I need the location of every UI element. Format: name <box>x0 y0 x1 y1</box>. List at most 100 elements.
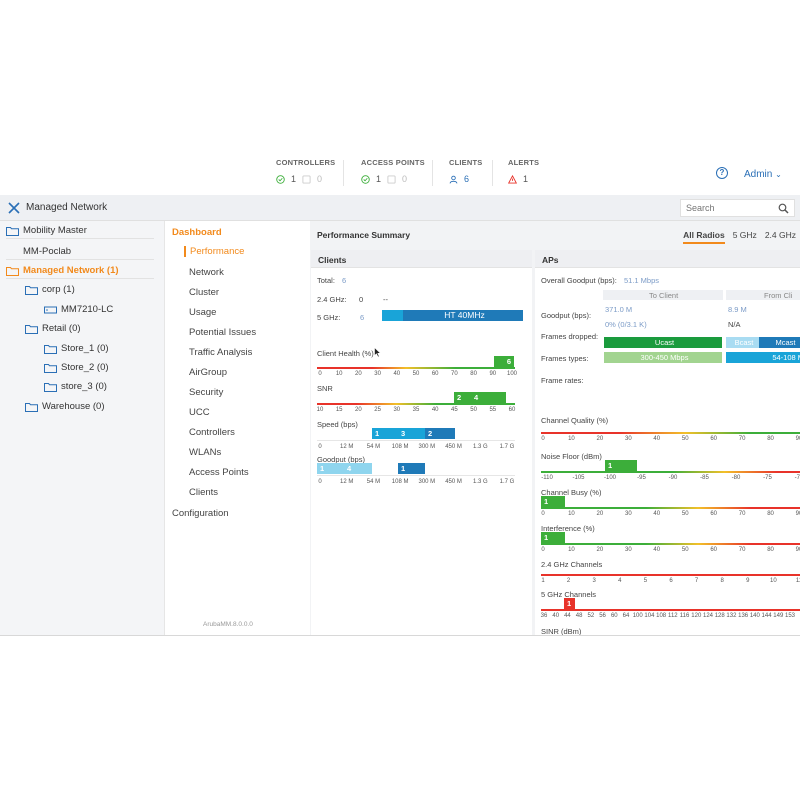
chevron-down-icon: ⌄ <box>775 170 782 179</box>
tick-label: 0 <box>541 436 545 442</box>
nav-security[interactable]: Security <box>189 387 223 398</box>
ucast-bar[interactable]: Ucast <box>604 337 722 348</box>
network-tree: Mobility Master MM-Poclab Managed Networ… <box>0 221 165 635</box>
nav-dashboard[interactable]: Dashboard <box>172 227 222 238</box>
tick-label: 60 <box>508 407 516 413</box>
nav-network[interactable]: Network <box>189 267 224 278</box>
tick-label: 20 <box>596 436 604 442</box>
tree-item-warehouse[interactable]: Warehouse (0) <box>25 401 104 412</box>
tick-label: 60 <box>710 547 717 553</box>
channel-quality-label: Channel Quality (%) <box>541 416 609 425</box>
tree-item-mobility-master[interactable]: Mobility Master <box>6 225 87 236</box>
tick-label: 128 <box>714 613 725 619</box>
tree-item-mm7210-lc[interactable]: MM7210-LC <box>44 304 113 315</box>
tree-item-store-1[interactable]: Store_1 (0) <box>44 343 109 354</box>
nav-configuration[interactable]: Configuration <box>172 508 229 519</box>
tab-5ghz[interactable]: 5 GHz <box>733 230 757 244</box>
search-box[interactable] <box>680 199 795 217</box>
tree-label: MM-Poclab <box>23 246 72 257</box>
goodput-bar-2[interactable]: 4 <box>344 463 372 474</box>
tick-label: 40 <box>653 511 661 517</box>
speed-axis <box>317 440 515 441</box>
speed-bar-2[interactable]: 3 <box>398 428 425 439</box>
types-to-bar[interactable]: 300-450 Mbps <box>604 352 722 363</box>
nav-airgroup[interactable]: AirGroup <box>189 367 227 378</box>
tick-label: 80 <box>767 511 774 517</box>
channel-busy-bar[interactable]: 1 <box>541 496 565 507</box>
interference-bar[interactable]: 1 <box>541 532 565 543</box>
search-icon[interactable] <box>778 203 789 214</box>
tick-label: 50 <box>470 407 477 413</box>
tick-label: -75 <box>763 475 772 481</box>
tree-item-retail[interactable]: Retail (0) <box>25 323 81 334</box>
tick-label: 50 <box>681 511 689 517</box>
tree-label: Warehouse (0) <box>42 401 105 412</box>
stat-access-points[interactable]: ACCESS POINTS 1 0 <box>361 158 441 184</box>
tick-label: 1.3 G <box>472 479 488 485</box>
search-input[interactable] <box>681 200 771 216</box>
tick-label: 44 <box>564 613 571 619</box>
nav-clients[interactable]: Clients <box>189 487 218 498</box>
goodput-bar-3[interactable]: 1 <box>398 463 425 474</box>
nav-cluster[interactable]: Cluster <box>189 287 219 298</box>
tick-label: -90 <box>668 475 678 481</box>
folder-icon <box>44 344 57 354</box>
folder-icon <box>44 382 57 392</box>
tree-item-managed-network[interactable]: Managed Network (1) <box>6 265 119 276</box>
bcast-bar[interactable]: Bcast <box>726 337 759 348</box>
help-icon[interactable]: ? <box>716 167 728 179</box>
tree-item-mm-poclab[interactable]: MM-Poclab <box>23 246 71 257</box>
tick-label: 11 <box>795 578 800 584</box>
nav-ucc[interactable]: UCC <box>189 407 210 418</box>
total-label: Total: <box>317 276 335 285</box>
nav-performance[interactable]: Performance <box>184 246 244 257</box>
clients-card: Clients Total: 6 2.4 GHz: 0 -- 5 GHz: 6 … <box>311 250 532 635</box>
g5-label: 5 GHz: <box>317 313 341 322</box>
types-from-bar[interactable]: 54-108 M <box>726 352 800 363</box>
nav-potential-issues[interactable]: Potential Issues <box>189 327 256 338</box>
tab-24ghz[interactable]: 2.4 GHz <box>765 230 796 244</box>
aps-card-header: APs <box>535 250 800 268</box>
tick-label: 60 <box>610 613 618 619</box>
speed-bar-1[interactable]: 1 <box>372 428 398 439</box>
goodput-from-value: 8.9 M <box>728 305 747 314</box>
divider <box>6 259 154 260</box>
radio-filter: All Radios 5 GHz 2.4 GHz <box>683 230 796 244</box>
tab-all-radios[interactable]: All Radios <box>683 230 725 244</box>
snr-bar-1[interactable]: 2 <box>454 392 471 403</box>
stat-alerts[interactable]: ALERTS 1 <box>508 158 588 184</box>
tick-label: -110 <box>541 475 553 481</box>
mcast-bar[interactable]: Mcast <box>759 337 800 348</box>
noise-floor-bar[interactable]: 1 <box>605 460 637 471</box>
close-menu-icon[interactable] <box>7 201 21 215</box>
sinr-label: SINR (dBm) <box>541 627 582 635</box>
nav-controllers[interactable]: Controllers <box>189 427 235 438</box>
header-bar: Managed Network <box>0 195 800 221</box>
channels-5-bar[interactable]: 1 <box>564 598 575 609</box>
admin-menu[interactable]: Admin ⌄ <box>744 169 782 180</box>
tick-label: 136 <box>738 613 749 619</box>
client-health-bar[interactable]: 6 <box>494 356 514 367</box>
stat-label: ACCESS POINTS <box>361 158 425 167</box>
snr-label: SNR <box>317 384 333 393</box>
tick-label: -70 <box>794 475 800 481</box>
tree-item-corp[interactable]: corp (1) <box>25 284 75 295</box>
nav-usage[interactable]: Usage <box>189 307 216 318</box>
nav-wlans[interactable]: WLANs <box>189 447 221 458</box>
divider <box>0 635 800 636</box>
tree-item-store-2[interactable]: Store_2 (0) <box>44 362 109 373</box>
goodput-bar-1[interactable]: 1 <box>317 463 344 474</box>
total-value: 6 <box>342 276 347 285</box>
stat-controllers[interactable]: CONTROLLERS 1 0 <box>276 158 356 184</box>
tick-label: 300 M <box>418 479 436 485</box>
speed-bar-3[interactable]: 2 <box>425 428 455 439</box>
tick-label: -95 <box>637 475 646 481</box>
g5-bar-ht40[interactable]: HT 40MHz <box>403 310 523 321</box>
snr-bar-2[interactable]: 4 <box>471 392 506 403</box>
stat-up-count: 1 <box>376 174 382 184</box>
tree-item-store-3[interactable]: store_3 (0) <box>44 381 107 392</box>
nav-traffic-analysis[interactable]: Traffic Analysis <box>189 347 252 358</box>
tick-label: 60 <box>710 511 717 517</box>
nav-access-points[interactable]: Access Points <box>189 467 249 478</box>
aps-card: APs Overall Goodput (bps): 51.1 Mbps To … <box>535 250 800 635</box>
